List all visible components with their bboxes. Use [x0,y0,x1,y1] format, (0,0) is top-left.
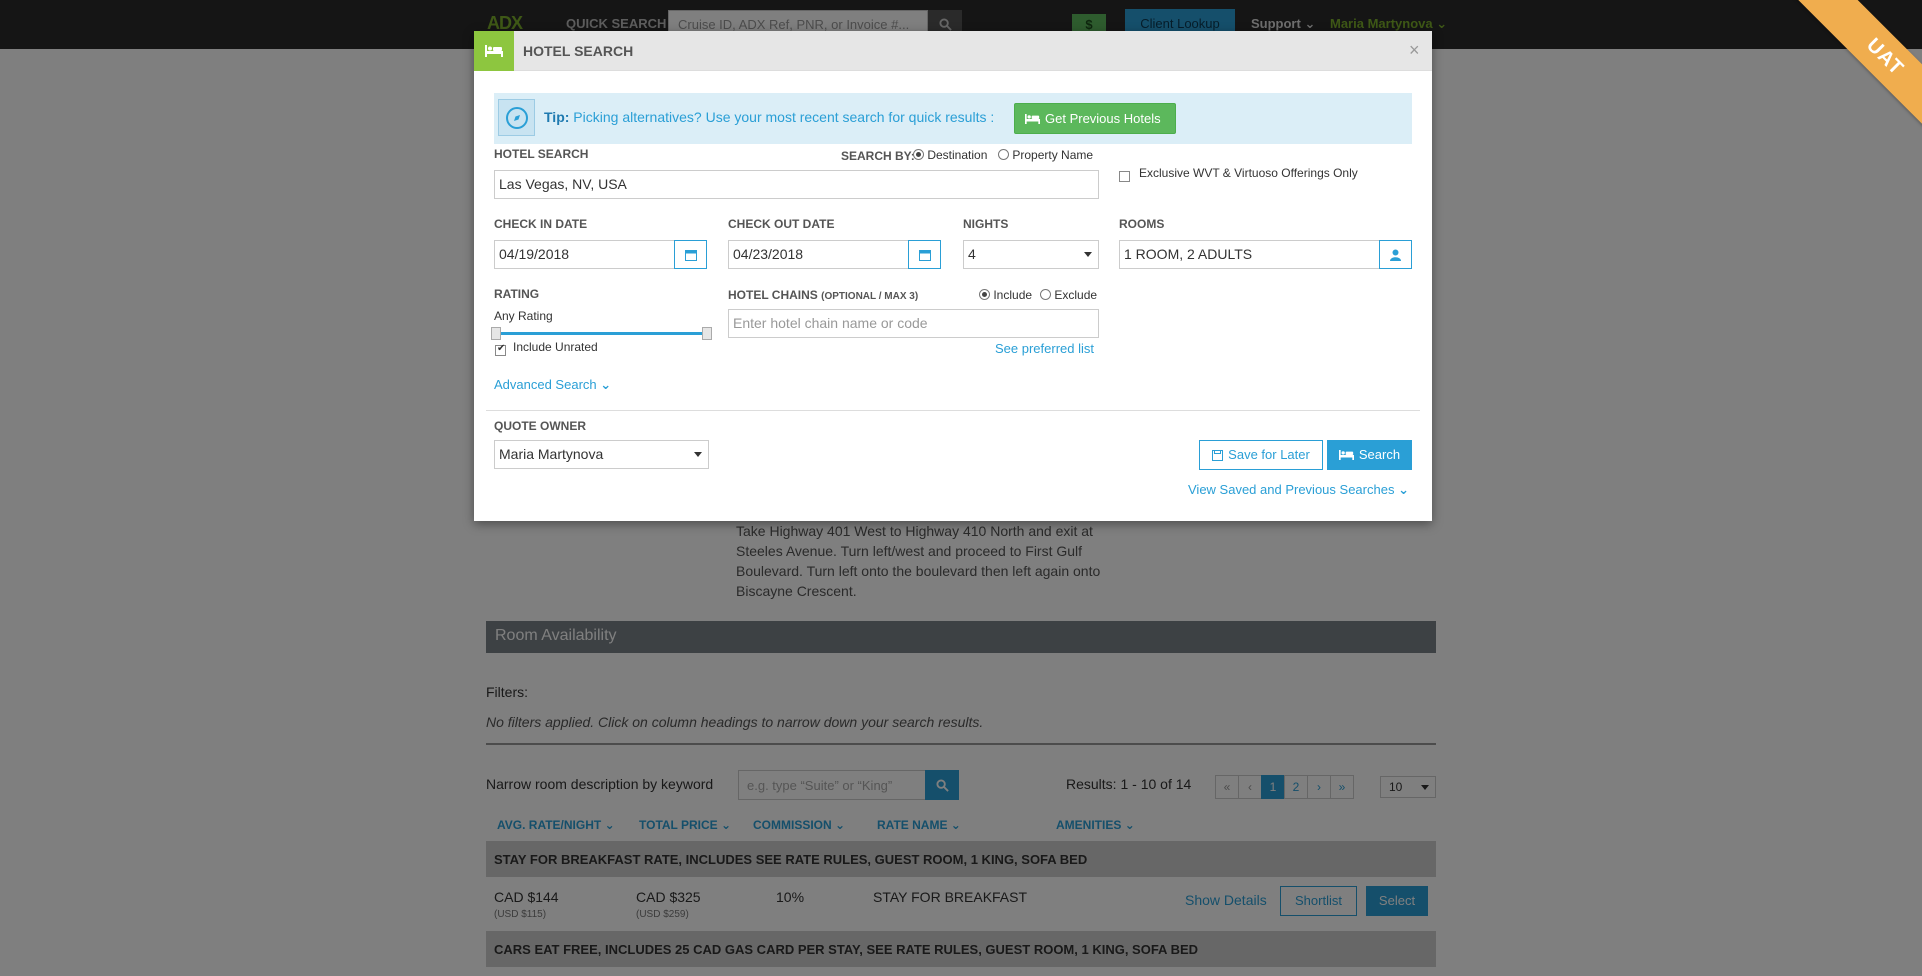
search-button-label: Search [1358,447,1401,462]
quote-owner-label: QUOTE OWNER [494,419,586,433]
calendar-icon [918,249,931,261]
rating-slider-track[interactable] [499,332,702,335]
view-saved-searches-link[interactable]: View Saved and Previous Searches ⌄ [1188,482,1409,498]
close-icon[interactable]: × [1409,40,1420,61]
modal-divider [486,410,1420,411]
hotel-chains-hint: (OPTIONAL / MAX 3) [821,291,919,302]
hotel-chains-title: HOTEL CHAINS [728,288,818,302]
nights-select[interactable]: 4 [963,240,1099,269]
rooms-guests-button[interactable] [1379,240,1412,269]
modal-header: HOTEL SEARCH × [474,31,1432,71]
hotel-chain-input[interactable]: Enter hotel chain name or code [728,309,1099,338]
rating-label: RATING [494,287,540,301]
chain-exclude-option[interactable]: Exclude [1040,288,1097,302]
bed-icon [485,45,503,57]
exclusive-checkbox[interactable] [1119,171,1130,182]
destination-input[interactable]: Las Vegas, NV, USA [494,170,1099,199]
exclude-label: Exclude [1054,288,1098,302]
check-out-input[interactable]: 04/23/2018 [728,240,909,269]
search-by-destination[interactable]: Destination [913,148,987,162]
chevron-down-icon: ⌄ [1398,482,1409,497]
radio-destination[interactable] [913,149,924,160]
rating-slider-max-handle[interactable] [702,327,712,340]
tip-banner: Tip: Picking alternatives? Use your most… [494,93,1412,144]
search-by-label: SEARCH BY: [841,149,915,163]
quote-owner-value: Maria Martynova [499,446,604,462]
tip-label: Tip: [544,109,570,125]
nights-label: NIGHTS [963,217,1009,231]
rating-value: Any Rating [494,309,553,323]
advanced-search-label: Advanced Search [494,377,597,392]
radio-property-name[interactable] [998,149,1009,160]
quote-owner-select[interactable]: Maria Martynova [494,440,709,469]
chevron-down-icon: ⌄ [600,377,612,392]
advanced-search-link[interactable]: Advanced Search ⌄ [494,377,611,393]
include-label: Include [993,288,1033,302]
get-previous-hotels-button[interactable]: Get Previous Hotels [1014,103,1176,134]
get-previous-hotels-label: Get Previous Hotels [1045,111,1161,126]
property-name-option-label: Property Name [1012,148,1094,162]
radio-exclude[interactable] [1040,289,1051,300]
save-for-later-label: Save for Later [1228,447,1310,462]
search-button[interactable]: Search [1327,440,1412,470]
see-preferred-list-link[interactable]: See preferred list [995,341,1094,356]
rooms-label: ROOMS [1119,217,1165,231]
bed-icon [1338,450,1354,460]
hotel-search-label: HOTEL SEARCH [494,147,589,161]
check-out-label: CHECK OUT DATE [728,217,835,231]
save-icon [1212,449,1224,461]
view-saved-label: View Saved and Previous Searches [1188,482,1395,497]
user-icon [1390,249,1401,261]
modal-title: HOTEL SEARCH [523,43,634,59]
radio-include[interactable] [979,289,990,300]
save-for-later-button[interactable]: Save for Later [1199,440,1323,470]
exclusive-label: Exclusive WVT & Virtuoso Offerings Only [1139,166,1358,180]
tip-message: Picking alternatives? Use your most rece… [573,109,995,125]
hotel-chains-label: HOTEL CHAINS (OPTIONAL / MAX 3) [728,288,918,302]
check-in-input[interactable]: 04/19/2018 [494,240,675,269]
check-in-label: CHECK IN DATE [494,217,588,231]
include-unrated-label: Include Unrated [513,340,598,354]
include-unrated-checkbox[interactable]: ✔ [495,343,506,356]
search-by-property[interactable]: Property Name [998,148,1093,162]
hotel-search-modal: HOTEL SEARCH × Tip: Picking alternatives… [474,31,1432,521]
calendar-icon [684,249,697,261]
tip-text: Tip: Picking alternatives? Use your most… [544,109,994,125]
modal-icon-box [474,31,514,71]
chain-include-option[interactable]: Include [979,288,1032,302]
rating-slider-min-handle[interactable] [491,327,501,340]
compass-icon [498,99,535,136]
bed-icon [1025,113,1040,124]
check-out-calendar-button[interactable] [908,240,941,269]
nights-value: 4 [968,246,976,262]
destination-option-label: Destination [927,148,988,162]
rooms-input[interactable]: 1 ROOM, 2 ADULTS [1119,240,1380,269]
check-in-calendar-button[interactable] [674,240,707,269]
